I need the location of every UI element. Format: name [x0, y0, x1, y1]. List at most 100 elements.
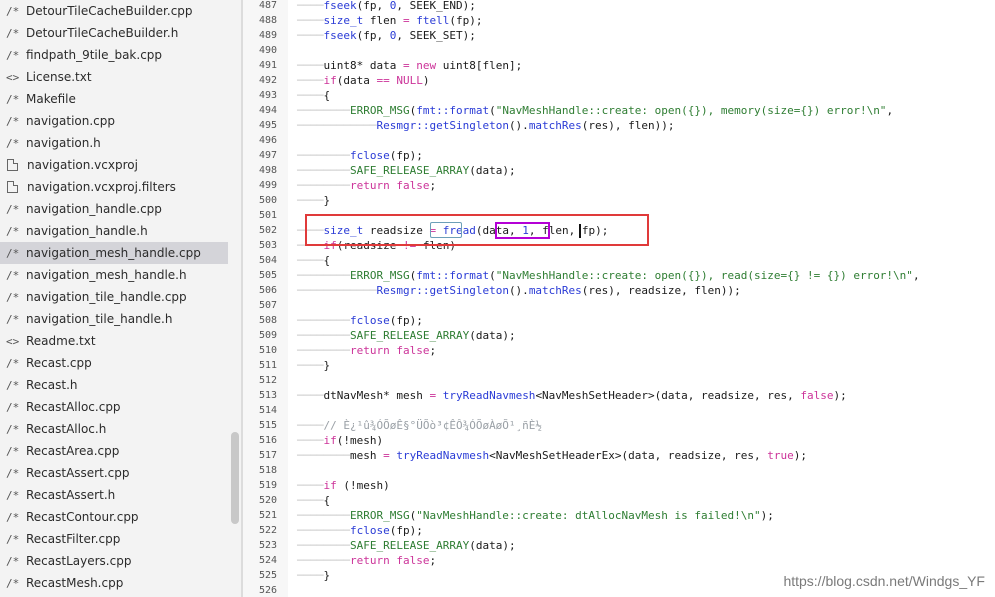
- file-item[interactable]: /* navigation_handle.cpp: [0, 198, 228, 220]
- sidebar-scrollbar[interactable]: [231, 432, 239, 524]
- code-line[interactable]: 491 ────uint8* data = new uint8[flen];: [243, 58, 995, 73]
- file-item[interactable]: /* RecastAlloc.h: [0, 418, 228, 440]
- code-line[interactable]: 518: [243, 463, 995, 478]
- line-code: ────────ERROR_MSG("NavMeshHandle::create…: [297, 508, 774, 523]
- code-text: fclose(fp);: [349, 149, 423, 162]
- file-item[interactable]: /* navigation_mesh_handle.cpp: [0, 242, 228, 264]
- file-item[interactable]: /* RecastMesh.cpp: [0, 572, 228, 594]
- indent-guide: ────────: [297, 554, 350, 567]
- code-text: if(data == NULL): [323, 74, 430, 87]
- file-item[interactable]: /* Recast.cpp: [0, 352, 228, 374]
- markup-file-icon: <>: [6, 70, 20, 84]
- code-line[interactable]: 489 ────fseek(fp, 0, SEEK_SET);: [243, 28, 995, 43]
- file-item[interactable]: navigation.vcxproj: [0, 154, 228, 176]
- code-line[interactable]: 497 ────────fclose(fp);: [243, 148, 995, 163]
- code-line[interactable]: 492 ────if(data == NULL): [243, 73, 995, 88]
- line-code: ────────mesh = tryReadNavmesh<NavMeshSet…: [297, 448, 807, 463]
- indent-guide: ────────: [297, 329, 350, 342]
- file-item[interactable]: /* navigation_tile_handle.cpp: [0, 286, 228, 308]
- file-item[interactable]: /* RecastAssert.h: [0, 484, 228, 506]
- code-text: Resmgr::getSingleton().matchRes(res), re…: [376, 284, 741, 297]
- line-number: 499: [258, 180, 277, 191]
- code-file-icon: /*: [6, 246, 20, 260]
- code-line[interactable]: 496: [243, 133, 995, 148]
- file-item[interactable]: /* RecastAssert.cpp: [0, 462, 228, 484]
- code-line[interactable]: 493 ────{: [243, 88, 995, 103]
- code-text: fclose(fp);: [349, 314, 423, 327]
- code-line[interactable]: 521 ────────ERROR_MSG("NavMeshHandle::cre…: [243, 508, 995, 523]
- line-number: 505: [258, 270, 277, 281]
- code-line[interactable]: 524 ────────return false;: [243, 553, 995, 568]
- code-line[interactable]: 515 ────// È¿¹û¾ÓÕøÊ§°ÜÕò³¢ÊÔ¾ÓÕøÀøÕ¹¸ñÈ½: [243, 418, 995, 433]
- line-code: ────────────Resmgr::getSingleton().match…: [297, 118, 675, 133]
- file-item[interactable]: navigation.vcxproj.filters: [0, 176, 228, 198]
- indent-guide: ────────: [297, 104, 350, 117]
- file-name: navigation.vcxproj.filters: [27, 180, 176, 194]
- code-file-icon: /*: [6, 114, 20, 128]
- file-name: RecastContour.cpp: [26, 510, 139, 524]
- code-file-icon: /*: [6, 444, 20, 458]
- code-text: return false;: [349, 554, 437, 567]
- code-line[interactable]: 517 ────────mesh = tryReadNavmesh<NavMesh…: [243, 448, 995, 463]
- file-name: findpath_9tile_bak.cpp: [26, 48, 163, 62]
- code-line[interactable]: 506 ────────────Resmgr::getSingleton().ma…: [243, 283, 995, 298]
- code-line[interactable]: 513 ────dtNavMesh* mesh = tryReadNavmesh<…: [243, 388, 995, 403]
- file-name: RecastAssert.cpp: [26, 466, 130, 480]
- file-item[interactable]: /* Recast.h: [0, 374, 228, 396]
- code-text: fclose(fp);: [349, 524, 423, 537]
- code-text: {: [323, 254, 331, 267]
- code-line[interactable]: 522 ────────fclose(fp);: [243, 523, 995, 538]
- file-item[interactable]: <> License.txt: [0, 66, 228, 88]
- code-text: SAFE_RELEASE_ARRAY(data);: [349, 539, 516, 552]
- file-item[interactable]: /* DetourTileCacheBuilder.cpp: [0, 0, 228, 22]
- code-line[interactable]: 519 ────if (!mesh): [243, 478, 995, 493]
- file-item[interactable]: /* navigation.cpp: [0, 110, 228, 132]
- file-item[interactable]: /* DetourTileCacheBuilder.h: [0, 22, 228, 44]
- file-item[interactable]: /* RecastContour.cpp: [0, 506, 228, 528]
- file-item[interactable]: /* RecastFilter.cpp: [0, 528, 228, 550]
- line-number: 487: [258, 0, 277, 11]
- file-item[interactable]: /* RecastAlloc.cpp: [0, 396, 228, 418]
- indent-guide: ────: [297, 419, 324, 432]
- code-line[interactable]: 511 ────}: [243, 358, 995, 373]
- code-file-icon: /*: [6, 224, 20, 238]
- file-item[interactable]: <> Readme.txt: [0, 330, 228, 352]
- code-file-icon: /*: [6, 510, 20, 524]
- file-item[interactable]: /* RecastArea.cpp: [0, 440, 228, 462]
- line-number: 493: [258, 90, 277, 101]
- line-code: ────{: [297, 253, 330, 268]
- code-line[interactable]: 490: [243, 43, 995, 58]
- file-item[interactable]: /* Makefile: [0, 88, 228, 110]
- file-item[interactable]: /* RecastLayers.cpp: [0, 550, 228, 572]
- code-line[interactable]: 520 ────{: [243, 493, 995, 508]
- code-line[interactable]: 510 ────────return false;: [243, 343, 995, 358]
- code-editor[interactable]: 487 ────fseek(fp, 0, SEEK_END); 488 ────siz…: [243, 0, 995, 597]
- file-item[interactable]: /* navigation_mesh_handle.h: [0, 264, 228, 286]
- indent-guide: ────────: [297, 179, 350, 192]
- code-line[interactable]: 504 ────{: [243, 253, 995, 268]
- code-line[interactable]: 487 ────fseek(fp, 0, SEEK_END);: [243, 0, 995, 13]
- code-line[interactable]: 505 ────────ERROR_MSG(fmt::format("NavMes…: [243, 268, 995, 283]
- file-name: RecastAlloc.h: [26, 422, 107, 436]
- code-line[interactable]: 500 ────}: [243, 193, 995, 208]
- file-item[interactable]: /* navigation.h: [0, 132, 228, 154]
- code-line[interactable]: 494 ────────ERROR_MSG(fmt::format("NavMes…: [243, 103, 995, 118]
- line-code: ────────ERROR_MSG(fmt::format("NavMeshHa…: [297, 103, 893, 118]
- code-line[interactable]: 514: [243, 403, 995, 418]
- code-line[interactable]: 507: [243, 298, 995, 313]
- file-item[interactable]: /* navigation_tile_handle.h: [0, 308, 228, 330]
- code-line[interactable]: 499 ────────return false;: [243, 178, 995, 193]
- code-line[interactable]: 523 ────────SAFE_RELEASE_ARRAY(data);: [243, 538, 995, 553]
- code-line[interactable]: 508 ────────fclose(fp);: [243, 313, 995, 328]
- code-line[interactable]: 495 ────────────Resmgr::getSingleton().ma…: [243, 118, 995, 133]
- code-line[interactable]: 488 ────size_t flen = ftell(fp);: [243, 13, 995, 28]
- code-line[interactable]: 512: [243, 373, 995, 388]
- code-line[interactable]: 509 ────────SAFE_RELEASE_ARRAY(data);: [243, 328, 995, 343]
- file-item[interactable]: /* findpath_9tile_bak.cpp: [0, 44, 228, 66]
- line-number: 489: [258, 30, 277, 41]
- code-text: if(!mesh): [323, 434, 384, 447]
- code-line[interactable]: 516 ────if(!mesh): [243, 433, 995, 448]
- code-text: ERROR_MSG("NavMeshHandle::create: dtAllo…: [349, 509, 774, 522]
- file-item[interactable]: /* navigation_handle.h: [0, 220, 228, 242]
- code-line[interactable]: 498 ────────SAFE_RELEASE_ARRAY(data);: [243, 163, 995, 178]
